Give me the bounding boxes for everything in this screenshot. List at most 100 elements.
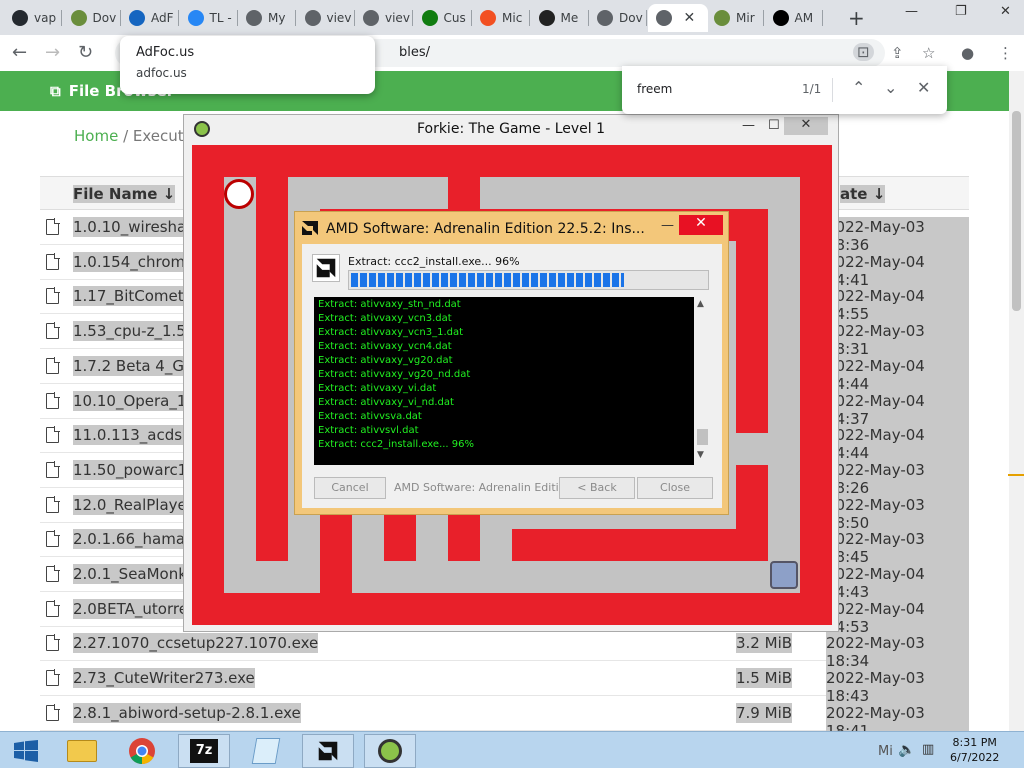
amd-logo-icon [302, 221, 318, 235]
install-progress-bar [348, 270, 709, 290]
browser-tab[interactable]: My [238, 4, 296, 32]
file-name-link[interactable]: 1.0.10_wireshark [73, 217, 202, 237]
amd-installer-dialog[interactable]: AMD Software: Adrenalin Edition 22.5.2: … [294, 211, 729, 515]
breadcrumb-home[interactable]: Home [74, 127, 118, 145]
browser-tab[interactable]: Mir [706, 4, 764, 32]
file-icon [46, 495, 60, 513]
table-row[interactable]: 2.8.1_abiword-setup-2.8.1.exe 7.9 MiB 2022… [40, 697, 969, 741]
column-date[interactable]: ate ↓ [840, 185, 886, 203]
back-icon[interactable]: ← [12, 42, 27, 63]
log-scroll-thumb[interactable] [697, 429, 708, 445]
globe-icon [304, 10, 321, 26]
browser-tab[interactable]: Dov [589, 4, 647, 32]
file-explorer-icon[interactable] [56, 734, 108, 768]
install-log[interactable]: Extract: ativvaxy_stn_nd.dat Extract: ati… [314, 297, 711, 465]
file-name-link[interactable]: 1.17_BitComet_ [73, 286, 192, 307]
scroll-down-icon[interactable]: ▼ [697, 450, 704, 460]
browser-tab[interactable]: Dov [63, 4, 121, 32]
file-icon [46, 669, 60, 687]
minimize-button[interactable]: — [905, 4, 918, 19]
scroll-up-icon[interactable]: ▲ [697, 299, 704, 309]
table-row[interactable]: 2.73_CuteWriter273.exe 1.5 MiB 2022-May-03… [40, 662, 969, 707]
file-name-link[interactable]: 1.53_cpu-z_1.53 [73, 321, 196, 342]
find-next-icon[interactable]: ⌄ [884, 78, 897, 97]
chrome-icon[interactable] [116, 734, 168, 768]
volume-icon[interactable]: 🔈 [898, 742, 915, 758]
vk-icon [187, 10, 204, 26]
tab-label: vap [34, 11, 57, 25]
file-name-link[interactable]: 11.0.113_acdsee [73, 425, 201, 446]
clock[interactable]: 8:31 PM 6/7/2022 [950, 735, 999, 765]
reload-icon[interactable]: ↻ [78, 42, 93, 63]
file-icon [46, 356, 60, 374]
browser-tab[interactable]: AM [765, 4, 823, 32]
amd-close-button[interactable]: ✕ [679, 215, 723, 235]
browser-tab[interactable]: viev [297, 4, 355, 32]
browser-tab[interactable]: Cus [414, 4, 472, 32]
file-name-link[interactable]: 2.73_CuteWriter273.exe [73, 668, 255, 689]
amd-minimize-button[interactable]: — [661, 218, 674, 233]
game-titlebar[interactable]: Forkie: The Game - Level 1 — ☐ ✕ [184, 115, 838, 143]
back-button[interactable]: < Back [559, 477, 635, 499]
file-name-link[interactable]: 12.0_RealPlayer [73, 494, 193, 515]
maze-path [768, 177, 800, 593]
forkie-icon[interactable] [364, 734, 416, 768]
lens-icon[interactable]: ⊡ [853, 43, 874, 61]
browser-tab[interactable]: Me [531, 4, 589, 32]
game-maximize-button[interactable]: ☐ [768, 118, 780, 133]
file-name-link[interactable]: 11.50_powarc11 [73, 459, 197, 480]
network-icon[interactable]: ▥ [922, 742, 934, 757]
page-scrollbar[interactable] [1009, 71, 1024, 731]
log-line: Extract: ativvaxy_vi.dat [318, 383, 437, 394]
share-icon[interactable]: ⇪ [891, 44, 904, 62]
browser-tab[interactable]: viev [355, 4, 413, 32]
restore-button[interactable]: ❐ [955, 4, 967, 19]
breadcrumb-sep: / [123, 127, 133, 145]
7zip-icon[interactable]: 7z [178, 734, 230, 768]
tray-text: Mi [878, 744, 893, 759]
bookmark-star-icon[interactable]: ☆ [922, 44, 935, 62]
notepad-icon[interactable] [240, 734, 292, 768]
tab-label: Mic [502, 11, 523, 25]
file-name-link[interactable]: 2.0.1_SeaMonke [73, 564, 196, 584]
find-prev-icon[interactable]: ⌃ [852, 78, 865, 97]
log-line: Extract: ativvaxy_vg20_nd.dat [318, 369, 471, 380]
amd-icon[interactable] [302, 734, 354, 768]
browser-tab[interactable]: vap [4, 4, 62, 32]
browser-tab[interactable]: Mic [472, 4, 530, 32]
table-row[interactable]: 2.27.1070_ccsetup227.1070.exe 3.2 MiB 2022… [40, 627, 969, 672]
find-count: 1/1 [802, 82, 822, 96]
forward-icon[interactable]: → [45, 42, 60, 63]
amd-dialog-title: AMD Software: Adrenalin Edition 22.5.2: … [326, 221, 645, 237]
file-name-link[interactable]: 1.0.154_chrome [73, 251, 195, 272]
tab-close-icon[interactable]: ✕ [684, 10, 696, 26]
file-name-link[interactable]: 1.7.2 Beta 4_Gra [73, 355, 200, 376]
close-window-button[interactable]: ✕ [1000, 4, 1011, 19]
start-icon[interactable] [0, 734, 52, 768]
browser-tab[interactable]: TL - [180, 4, 238, 32]
browser-tab[interactable]: ✕ [647, 4, 708, 32]
cancel-button[interactable]: Cancel [314, 477, 386, 499]
profile-icon[interactable]: ● [961, 44, 974, 62]
extract-status: Extract: ccc2_install.exe... 96% [348, 255, 520, 268]
file-name-link[interactable]: 10.10_Opera_10 [73, 390, 196, 411]
find-input[interactable]: freem [637, 82, 672, 96]
breadcrumb: Home / Execut [74, 127, 184, 145]
file-name-link[interactable]: 2.8.1_abiword-setup-2.8.1.exe [73, 702, 301, 723]
tab-label: AM [794, 11, 814, 25]
amd-dialog-body: Extract: ccc2_install.exe... 96% Extract… [302, 244, 722, 508]
new-tab-button[interactable]: + [848, 6, 865, 30]
file-name-link[interactable]: 2.0BETA_utorren [73, 598, 198, 619]
scrollbar-thumb[interactable] [1012, 111, 1021, 311]
menu-icon[interactable]: ⋮ [998, 44, 1013, 62]
browser-tab[interactable]: AdF [121, 4, 179, 32]
log-scrollbar[interactable]: ▲ ▼ [694, 297, 711, 465]
game-close-button[interactable]: ✕ [784, 117, 828, 135]
file-icon [46, 391, 60, 409]
find-close-icon[interactable]: ✕ [917, 78, 930, 97]
game-minimize-button[interactable]: — [742, 118, 755, 133]
column-file-name[interactable]: File Name ↓ [73, 185, 176, 203]
file-name-link[interactable]: 2.27.1070_ccsetup227.1070.exe [73, 633, 319, 654]
maze-path [224, 561, 320, 593]
close-button[interactable]: Close [637, 477, 713, 499]
